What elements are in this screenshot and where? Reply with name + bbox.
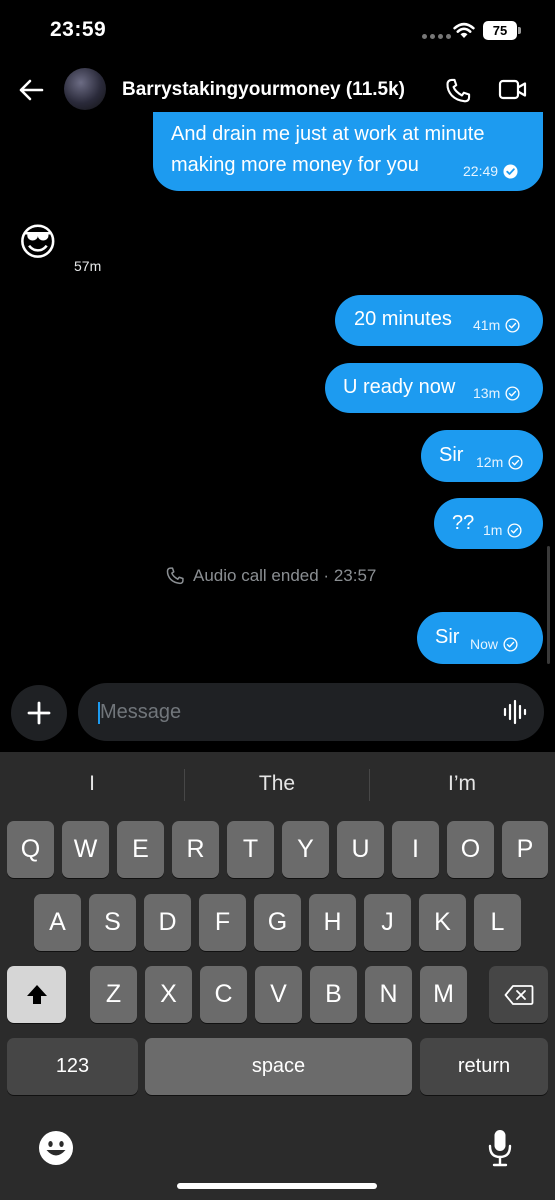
key-m[interactable]: M xyxy=(420,966,467,1023)
message-bubble-sent[interactable]: Sir Now xyxy=(417,612,543,664)
battery-indicator: 75 xyxy=(483,21,517,40)
suggestion-divider xyxy=(369,769,370,801)
message-time: 22:49 xyxy=(463,163,499,179)
sent-check-icon xyxy=(505,317,520,333)
key-f[interactable]: F xyxy=(199,894,246,951)
key-o[interactable]: O xyxy=(447,821,494,878)
voice-message-icon[interactable] xyxy=(502,699,528,725)
key-r[interactable]: R xyxy=(172,821,219,878)
key-i[interactable]: I xyxy=(392,821,439,878)
key-g[interactable]: G xyxy=(254,894,301,951)
key-p[interactable]: P xyxy=(502,821,548,878)
video-call-icon[interactable] xyxy=(498,78,528,102)
key-n[interactable]: N xyxy=(365,966,412,1023)
key-w[interactable]: W xyxy=(62,821,109,878)
plus-icon xyxy=(27,701,51,725)
wifi-icon xyxy=(453,22,475,38)
cellular-signal-icon xyxy=(422,34,451,39)
message-time: Now xyxy=(470,636,499,652)
message-bubble-sent[interactable]: And drain me just at work at minute maki… xyxy=(153,112,543,191)
battery-tip xyxy=(518,27,521,34)
message-text: Sir xyxy=(439,444,464,466)
message-time: 41m xyxy=(473,317,501,333)
key-z[interactable]: Z xyxy=(90,966,137,1023)
message-input[interactable] xyxy=(100,694,480,730)
key-e[interactable]: E xyxy=(117,821,164,878)
key-u[interactable]: U xyxy=(337,821,384,878)
suggestion-divider xyxy=(184,769,185,801)
key-s[interactable]: S xyxy=(89,894,136,951)
message-time: 1m xyxy=(483,522,503,538)
status-time: 23:59 xyxy=(50,18,107,41)
message-time: 13m xyxy=(473,385,501,401)
key-q[interactable]: Q xyxy=(7,821,54,878)
home-indicator[interactable] xyxy=(177,1183,377,1189)
sent-check-icon xyxy=(508,454,523,470)
space-key[interactable]: space xyxy=(145,1038,412,1095)
dictation-microphone-icon[interactable] xyxy=(487,1128,513,1168)
key-d[interactable]: D xyxy=(144,894,191,951)
suggestion-2[interactable]: The xyxy=(195,772,359,796)
message-time: 12m xyxy=(476,454,504,470)
suggestion-1[interactable]: I xyxy=(10,772,174,796)
back-arrow-icon[interactable] xyxy=(18,77,44,103)
backspace-icon xyxy=(504,984,533,1005)
key-a[interactable]: A xyxy=(34,894,81,951)
emoji-message[interactable]: 😎 xyxy=(18,219,58,267)
backspace-key[interactable] xyxy=(489,966,548,1023)
shift-key[interactable] xyxy=(7,966,66,1023)
key-x[interactable]: X xyxy=(145,966,192,1023)
add-attachment-button[interactable] xyxy=(11,685,67,741)
numbers-key[interactable]: 123 xyxy=(7,1038,138,1095)
phone-call-icon[interactable] xyxy=(444,77,472,105)
key-l[interactable]: L xyxy=(474,894,521,951)
key-t[interactable]: T xyxy=(227,821,274,878)
shift-arrow-icon xyxy=(26,984,47,1004)
sent-check-icon xyxy=(505,385,520,401)
message-bubble-sent[interactable]: Sir 12m xyxy=(421,430,543,482)
key-h[interactable]: H xyxy=(309,894,356,951)
message-bubble-sent[interactable]: 20 minutes 41m xyxy=(335,295,543,346)
contact-name[interactable]: Barrystakingyourmoney (11.5k) xyxy=(122,79,405,101)
key-y[interactable]: Y xyxy=(282,821,329,878)
call-event-row: Audio call ended · 23:57 xyxy=(165,566,376,586)
sent-check-icon xyxy=(503,636,518,652)
key-k[interactable]: K xyxy=(419,894,466,951)
message-bubble-sent[interactable]: ?? 1m xyxy=(434,498,543,549)
contact-avatar[interactable] xyxy=(64,68,106,110)
call-event-text: Audio call ended · 23:57 xyxy=(193,566,377,585)
key-j[interactable]: J xyxy=(364,894,411,951)
message-text: U ready now xyxy=(343,376,456,398)
message-bubble-sent[interactable]: U ready now 13m xyxy=(325,363,543,413)
suggestion-3[interactable]: I’m xyxy=(380,772,544,796)
phone-icon xyxy=(166,567,184,585)
read-check-icon xyxy=(503,163,518,179)
message-time: 57m xyxy=(74,258,102,274)
text-cursor xyxy=(98,702,100,724)
message-text: And drain me just at work at minute xyxy=(171,123,485,145)
return-key[interactable]: return xyxy=(420,1038,548,1095)
key-b[interactable]: B xyxy=(310,966,357,1023)
message-text: ?? xyxy=(452,512,475,534)
message-text: 20 minutes xyxy=(354,308,452,330)
scrollbar[interactable] xyxy=(547,546,550,664)
message-text: making more money for you xyxy=(171,154,419,176)
key-v[interactable]: V xyxy=(255,966,302,1023)
message-text: Sir xyxy=(435,626,460,648)
key-c[interactable]: C xyxy=(200,966,247,1023)
emoji-keyboard-icon[interactable] xyxy=(38,1130,74,1166)
sent-check-icon xyxy=(507,522,522,538)
